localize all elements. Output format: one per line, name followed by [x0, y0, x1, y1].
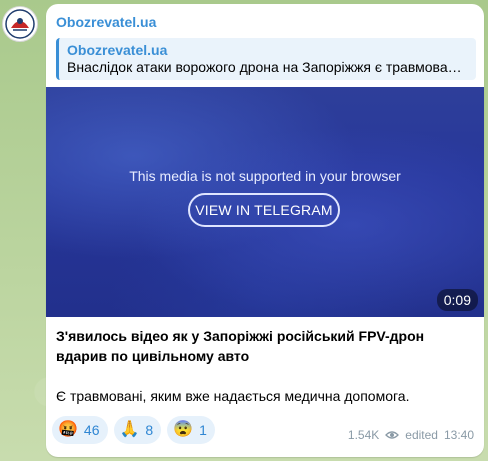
reaction-count: 8 [145, 422, 154, 438]
eye-icon [385, 431, 400, 439]
obozrevatel-logo-icon [5, 9, 35, 39]
reply-quote[interactable]: Obozrevatel.ua Внаслідок атаки ворожого … [56, 38, 476, 80]
caption-headline: З'явилось відео як у Запоріжжі російськи… [56, 328, 425, 364]
message-meta: 1.54K edited 13:40 [348, 428, 474, 442]
video-duration-badge: 0:09 [436, 289, 478, 311]
message-time: 13:40 [443, 428, 474, 442]
message-bubble: Obozrevatel.ua Obozrevatel.ua Внаслідок … [46, 4, 484, 457]
unsupported-media-message: This media is not supported in your brow… [129, 168, 401, 184]
channel-avatar[interactable] [2, 6, 38, 42]
reaction-count: 46 [83, 422, 100, 438]
praying-hands-icon: 🙏 [119, 421, 140, 438]
angry-face-icon: 🤬 [58, 421, 78, 438]
reaction-angry[interactable]: 🤬 46 [52, 416, 108, 444]
reaction-fearful[interactable]: 😨 1 [167, 416, 215, 444]
reply-text: Внаслідок атаки ворожого дрона на Запорі… [67, 59, 462, 75]
caption-body: Є травмовані, яким вже надається медична… [56, 388, 410, 404]
view-in-telegram-button[interactable]: VIEW IN TELEGRAM [188, 193, 340, 227]
fearful-face-icon: 😨 [173, 421, 194, 438]
reaction-count: 1 [199, 422, 207, 438]
reactions-bar: 🤬 46 🙏 8 😨 1 [52, 416, 215, 444]
views-count: 1.54K [347, 428, 380, 442]
video-placeholder[interactable]: This media is not supported in your brow… [46, 87, 484, 317]
message-caption: З'явилось відео як у Запоріжжі російськи… [56, 326, 476, 406]
sender-name[interactable]: Obozrevatel.ua [56, 14, 156, 30]
edited-label: edited [405, 428, 438, 442]
reaction-pray[interactable]: 🙏 8 [113, 416, 162, 444]
reply-sender-name: Obozrevatel.ua [67, 42, 168, 58]
